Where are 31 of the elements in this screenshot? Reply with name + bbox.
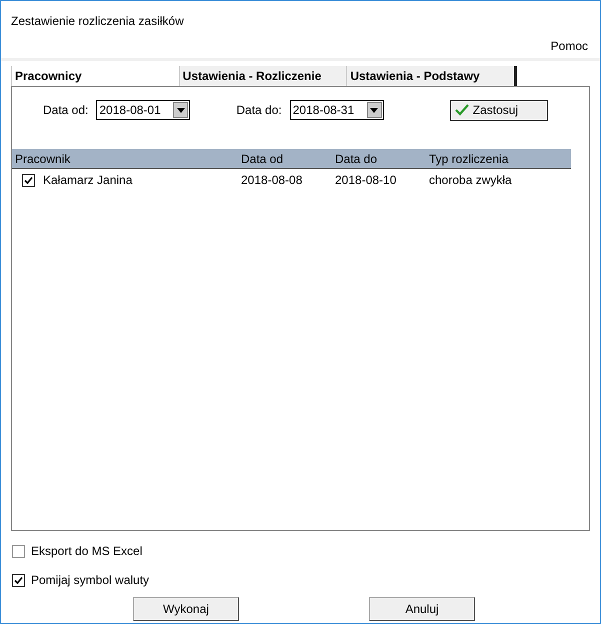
table-cell-text: choroba zwykła bbox=[428, 172, 513, 189]
table-cell-text: 2018-08-08 bbox=[240, 172, 304, 189]
table-cell-text: 2018-08-10 bbox=[334, 172, 398, 189]
column-header[interactable]: Data do bbox=[332, 150, 426, 168]
checkmark-icon bbox=[454, 104, 469, 116]
checkmark-icon bbox=[14, 576, 23, 584]
dialog-button[interactable]: Wykonaj bbox=[133, 597, 239, 621]
checkbox-label: Pomijaj symbol waluty bbox=[31, 572, 150, 589]
dropdown-button[interactable] bbox=[366, 102, 382, 118]
checkbox-label: Eksport do MS Excel bbox=[31, 543, 142, 560]
date-field[interactable]: 2018-08-01 bbox=[96, 100, 190, 120]
caret-icon bbox=[176, 108, 185, 112]
checkbox[interactable] bbox=[22, 174, 35, 186]
column-header[interactable]: Data od bbox=[238, 150, 332, 168]
table-cell-text: Kałamarz Janina bbox=[43, 172, 132, 189]
field-label: Data do: bbox=[236, 102, 282, 119]
menu-item[interactable]: Pomoc bbox=[550, 37, 588, 55]
tab[interactable]: Ustawienia - Rozliczenie bbox=[178, 66, 346, 86]
checkmark-icon bbox=[24, 176, 33, 184]
column-header[interactable]: Pracownik bbox=[12, 150, 238, 168]
column-header[interactable]: Typ rozliczenia bbox=[426, 150, 571, 168]
dropdown-button[interactable] bbox=[173, 102, 188, 118]
window-title: Zestawienie rozliczenia zasiłków bbox=[10, 13, 185, 30]
field-label: Data od: bbox=[43, 102, 88, 119]
caret-icon bbox=[370, 108, 378, 112]
dialog-button[interactable]: Anuluj bbox=[369, 597, 475, 621]
checkbox[interactable] bbox=[12, 574, 25, 586]
apply-button[interactable]: Zastosuj bbox=[450, 100, 548, 120]
tab[interactable]: Ustawienia - Podstawy bbox=[346, 66, 514, 86]
date-field[interactable]: 2018-08-31 bbox=[290, 100, 384, 120]
checkbox[interactable] bbox=[12, 544, 25, 558]
